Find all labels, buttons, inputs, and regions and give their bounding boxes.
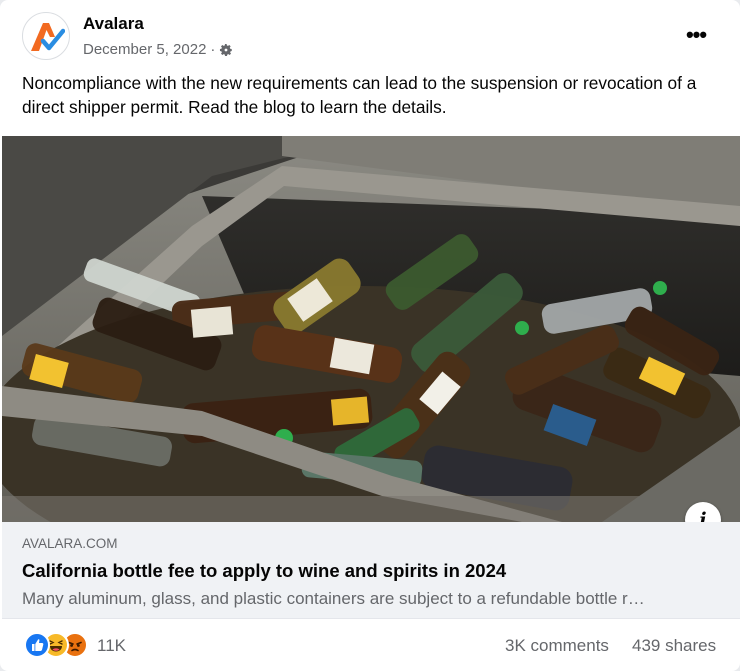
post-image-bottles[interactable]: [2, 136, 740, 522]
meta-separator: ·: [210, 41, 216, 58]
post-card: Avalara December 5, 2022 · ••• Noncompli…: [0, 0, 740, 671]
avalara-logo-icon: [31, 23, 65, 51]
more-options-icon[interactable]: •••: [678, 20, 714, 50]
recycling-bin-photo: [2, 136, 740, 522]
link-preview[interactable]: AVALARA.COM California bottle fee to app…: [2, 522, 740, 619]
comments-count[interactable]: 3K comments: [505, 636, 609, 656]
post-text: Noncompliance with the new requirements …: [22, 73, 697, 117]
post-header: Avalara December 5, 2022 · •••: [0, 0, 740, 72]
author-name[interactable]: Avalara: [83, 14, 144, 34]
avalara-avatar[interactable]: [22, 12, 70, 60]
post-date[interactable]: December 5, 2022: [83, 41, 206, 58]
reaction-count[interactable]: 11K: [97, 636, 126, 656]
link-domain: AVALARA.COM: [22, 536, 118, 551]
shares-count[interactable]: 439 shares: [632, 636, 716, 656]
gear-icon[interactable]: [219, 43, 233, 57]
like-reaction-icon: [24, 632, 50, 658]
link-title[interactable]: California bottle fee to apply to wine a…: [22, 560, 506, 582]
engagement-bar: 11K 3K comments 439 shares: [0, 620, 740, 671]
link-description: Many aluminum, glass, and plastic contai…: [22, 589, 645, 608]
post-meta: December 5, 2022 ·: [83, 41, 233, 58]
